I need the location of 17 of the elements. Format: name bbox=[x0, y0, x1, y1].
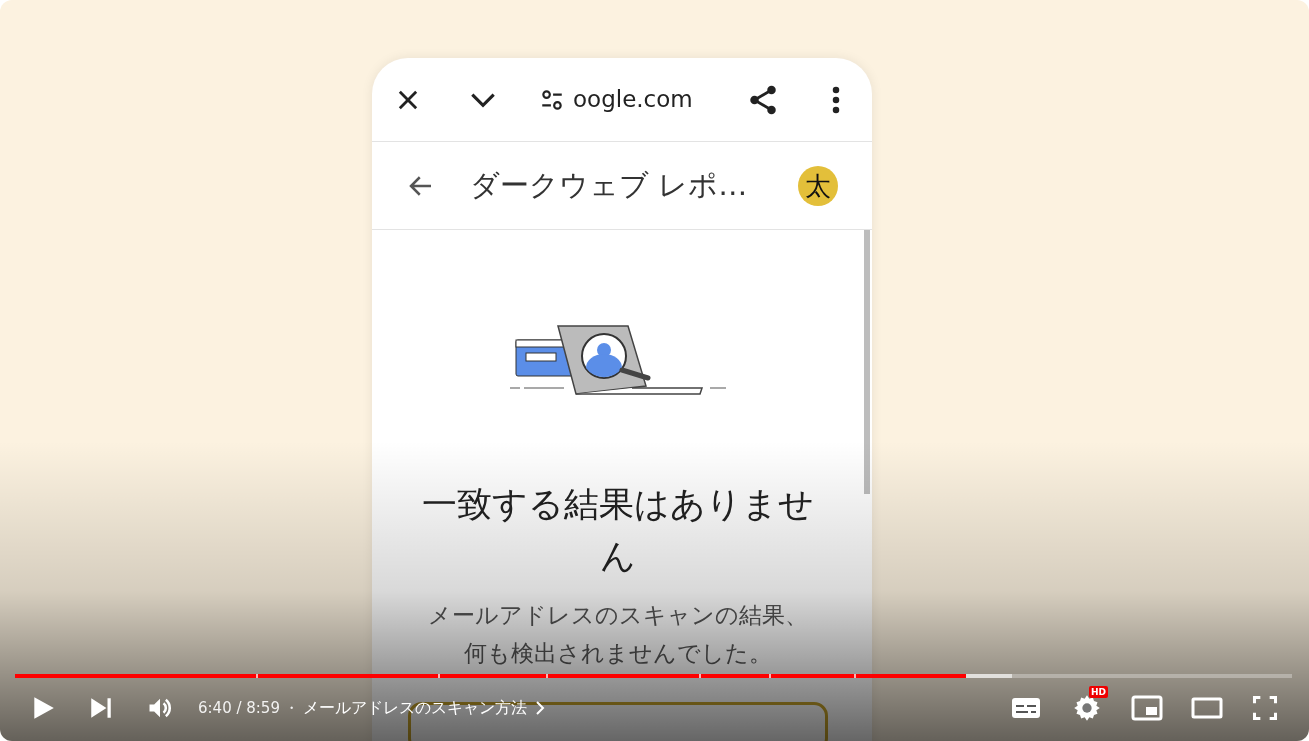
quality-badge: HD bbox=[1089, 686, 1108, 698]
miniplayer-icon[interactable] bbox=[1131, 695, 1163, 721]
avatar[interactable]: 太 bbox=[798, 165, 838, 206]
theater-mode-icon[interactable] bbox=[1191, 696, 1223, 720]
progress-track[interactable] bbox=[15, 674, 1292, 678]
settings-icon[interactable] bbox=[1073, 694, 1101, 722]
description-line: 何も検出されませんでした。 bbox=[464, 639, 772, 668]
url-text[interactable]: oogle.com bbox=[573, 82, 693, 117]
more-options-icon[interactable] bbox=[830, 84, 842, 115]
page-title: ダークウェブ レポ… bbox=[470, 166, 748, 204]
result-heading: 一致する結果はありません bbox=[421, 483, 815, 578]
next-icon[interactable] bbox=[88, 695, 114, 721]
description-line: メールアドレスのスキャンの結果、 bbox=[428, 601, 808, 630]
fullscreen-icon[interactable] bbox=[1251, 694, 1279, 722]
separator-dot: ・ bbox=[283, 697, 299, 719]
subtitles-icon[interactable] bbox=[1011, 696, 1041, 720]
time-display: 6:40 / 8:59 bbox=[198, 697, 280, 719]
